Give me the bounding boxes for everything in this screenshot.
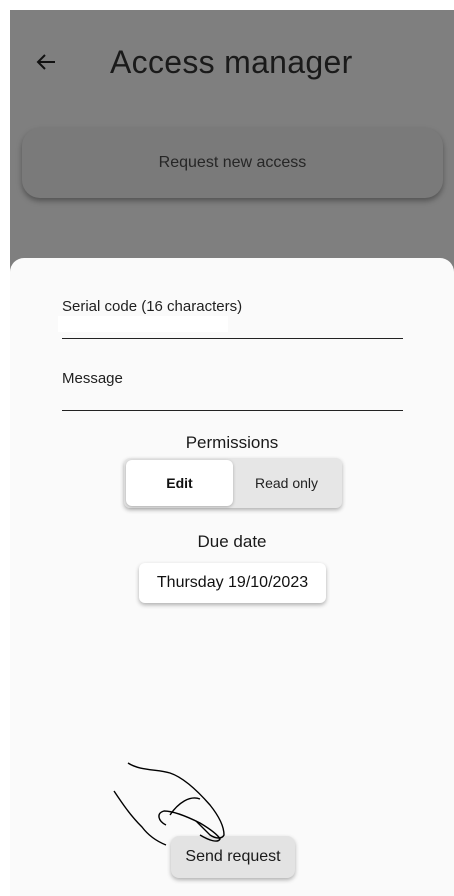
request-new-access-button[interactable]: Request new access (22, 128, 443, 198)
permissions-title: Permissions (185, 433, 279, 452)
permission-read-only-option[interactable]: Read only (233, 460, 340, 506)
left-strip (0, 0, 10, 896)
request-new-access-label: Request new access (158, 154, 307, 171)
arrow-left-icon (36, 54, 55, 70)
message-input[interactable] (62, 388, 407, 410)
send-request-label: Send request (185, 848, 281, 865)
message-label: Message (62, 370, 123, 387)
page-title: Access manager (110, 44, 353, 80)
message-field[interactable]: Message (62, 370, 407, 411)
bottom-sheet: Serial code (16 characters) Message Perm… (10, 258, 454, 896)
back-button[interactable] (24, 40, 68, 84)
due-date-value: Thursday 19/10/2023 (156, 574, 309, 591)
permission-edit-option[interactable]: Edit (126, 460, 233, 506)
send-request-button[interactable]: Send request (171, 836, 295, 878)
serial-code-input[interactable] (62, 316, 407, 338)
top-strip (0, 0, 454, 10)
serial-code-field[interactable]: Serial code (16 characters) (58, 298, 407, 339)
due-date-picker-button[interactable]: Thursday 19/10/2023 (139, 563, 326, 603)
serial-code-label: Serial code (16 characters) (62, 298, 243, 315)
due-date-title: Due date (197, 532, 267, 551)
permissions-toggle: Edit Read only (124, 458, 342, 508)
